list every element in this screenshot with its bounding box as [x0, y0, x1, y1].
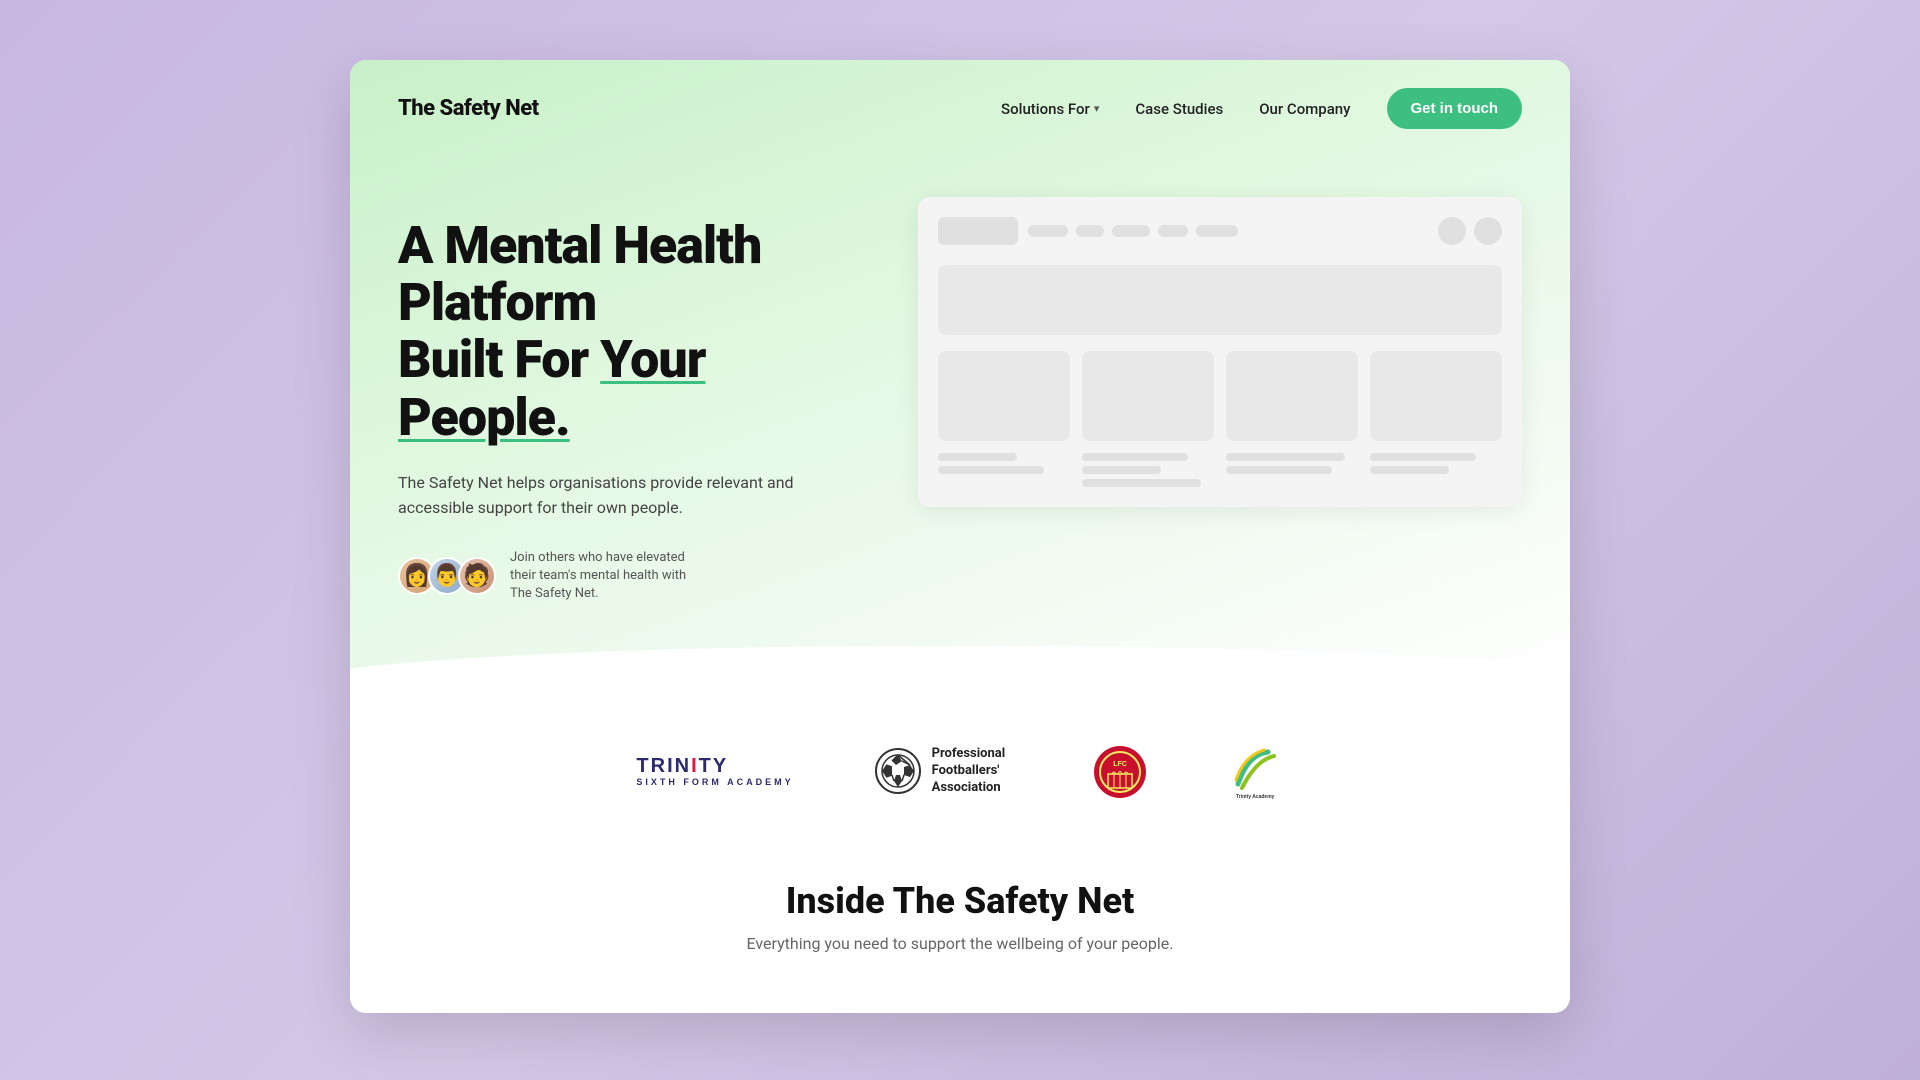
mock-nav-item — [1076, 225, 1104, 237]
pfa-text: Professional Footballers' Association — [932, 746, 1012, 797]
avatar — [458, 557, 496, 595]
dashboard-mockup — [918, 197, 1522, 507]
mock-label-line — [1082, 466, 1161, 474]
mock-banner — [938, 265, 1502, 335]
mock-card — [1226, 351, 1358, 441]
logo-pfa: Professional Footballers' Association — [874, 746, 1012, 797]
svg-text:LFC: LFC — [1113, 761, 1127, 768]
mock-label-line — [938, 466, 1044, 474]
nav-our-company[interactable]: Our Company — [1259, 100, 1350, 118]
mock-label-line — [1370, 453, 1476, 461]
mock-label-line — [1226, 466, 1332, 474]
mock-label-group — [1082, 453, 1214, 487]
mock-label-line — [938, 453, 1017, 461]
lfc-crest-icon: LFC — [1092, 744, 1148, 800]
chevron-down-icon: ▾ — [1094, 102, 1100, 115]
social-proof: Join others who have elevated their team… — [398, 549, 858, 604]
mock-label-line — [1082, 453, 1188, 461]
logo-lfc: LFC — [1092, 744, 1148, 800]
inside-title: Inside The Safety Net — [398, 880, 1522, 922]
trinity-academy-halifax-icon: Trinity Academy Halifax — [1228, 744, 1284, 800]
logo-trinity-academy-halifax: Trinity Academy Halifax — [1228, 744, 1284, 800]
mock-topbar — [938, 217, 1502, 245]
nav-case-studies[interactable]: Case Studies — [1135, 100, 1223, 118]
mock-icon — [1438, 217, 1466, 245]
mock-logo — [938, 217, 1018, 245]
hero-content: A Mental Health Platform Built For Your … — [350, 157, 1570, 684]
mock-card — [1082, 351, 1214, 441]
mock-card — [1370, 351, 1502, 441]
mock-icon — [1474, 217, 1502, 245]
mock-icon-group — [1438, 217, 1502, 245]
avatar-group — [398, 557, 496, 595]
mock-label-line — [1082, 479, 1201, 487]
browser-window: The Safety Net Solutions For ▾ Case Stud… — [350, 60, 1570, 1013]
navbar: The Safety Net Solutions For ▾ Case Stud… — [350, 60, 1570, 157]
mock-label-group — [1370, 453, 1502, 487]
get-in-touch-button[interactable]: Get in touch — [1387, 88, 1523, 129]
hero-subtext: The Safety Net helps organisations provi… — [398, 470, 858, 521]
inside-section: Inside The Safety Net Everything you nee… — [350, 860, 1570, 1013]
mock-nav-item — [1196, 225, 1238, 237]
mock-nav-item — [1112, 225, 1150, 237]
nav-links: Solutions For ▾ Case Studies Our Company… — [1001, 88, 1522, 129]
mock-nav-item — [1158, 225, 1188, 237]
mock-card-labels — [938, 453, 1502, 487]
logos-section: TRINITY SIXTH FORM ACADEMY — [350, 684, 1570, 860]
mock-cards-grid — [938, 351, 1502, 441]
inside-subtitle: Everything you need to support the wellb… — [398, 934, 1522, 953]
hero-section: The Safety Net Solutions For ▾ Case Stud… — [350, 60, 1570, 684]
mock-nav-item — [1028, 225, 1068, 237]
mock-label-line — [1226, 453, 1345, 461]
hero-heading: A Mental Health Platform Built For Your … — [398, 217, 858, 446]
social-proof-text: Join others who have elevated their team… — [510, 549, 710, 604]
mock-nav — [1028, 225, 1428, 237]
mock-card — [938, 351, 1070, 441]
nav-solutions-for[interactable]: Solutions For ▾ — [1001, 100, 1099, 118]
pfa-icon — [874, 747, 922, 795]
mock-label-group — [1226, 453, 1358, 487]
mock-label-group — [938, 453, 1070, 487]
hero-text-block: A Mental Health Platform Built For Your … — [398, 197, 858, 604]
logo-trinity-sixth-form: TRINITY SIXTH FORM ACADEMY — [636, 756, 793, 787]
mock-label-line — [1370, 466, 1449, 474]
site-logo: The Safety Net — [398, 96, 539, 121]
